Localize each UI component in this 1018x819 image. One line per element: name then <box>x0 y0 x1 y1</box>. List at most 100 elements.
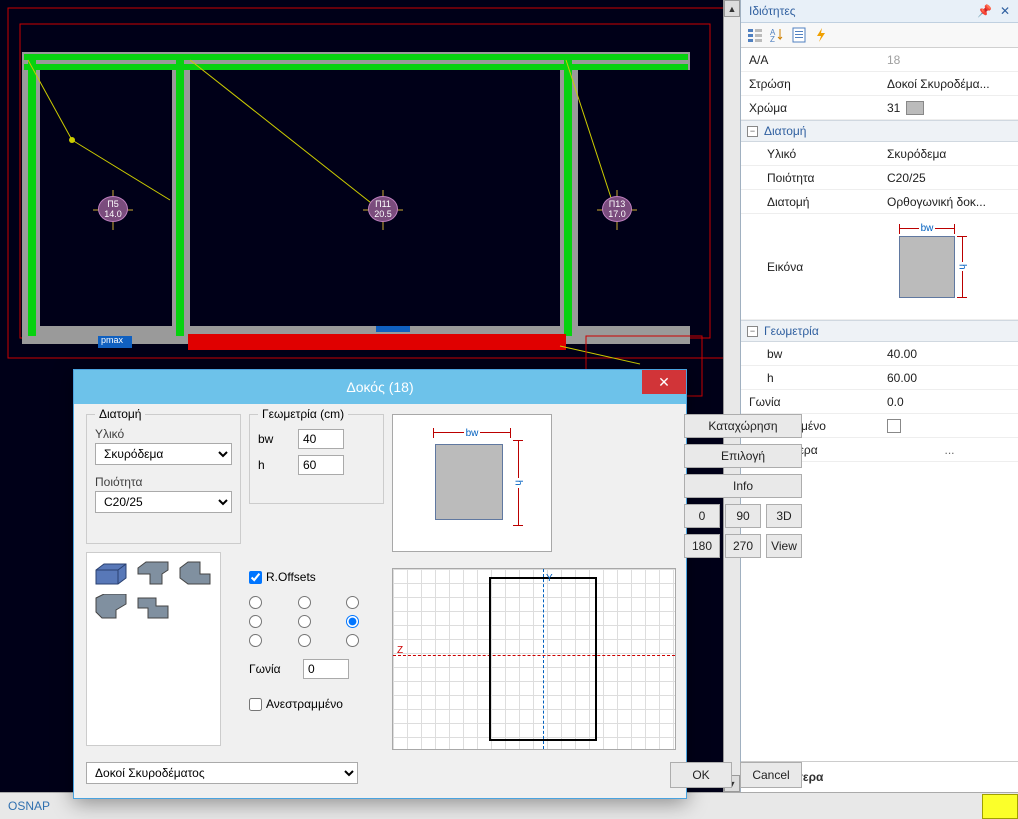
prop-label-quality: Ποιότητα <box>741 168 881 188</box>
h-input[interactable] <box>298 455 344 475</box>
close-icon[interactable]: ✕ <box>1000 4 1010 18</box>
properties-panel: Ιδιότητες 📌 ✕ AZ Α/Α 18 Στρώση Δοκοί Σκυ… <box>740 0 1018 792</box>
prop-label-bw: bw <box>741 344 881 364</box>
categorize-icon[interactable] <box>747 27 763 43</box>
quality-label: Ποιότητα <box>95 475 232 489</box>
offset-radio[interactable] <box>346 596 359 609</box>
type-select[interactable]: Δοκοί Σκυροδέματος <box>86 762 358 784</box>
y-axis-label: Y <box>546 573 553 584</box>
prop-value-color[interactable]: 31 <box>881 98 1018 118</box>
lightning-icon[interactable] <box>813 27 829 43</box>
quality-select[interactable]: C20/25 <box>95 491 232 513</box>
prop-label-material: Υλικό <box>741 144 881 164</box>
prop-value-flip[interactable] <box>881 416 1018 436</box>
offset-radio[interactable] <box>346 634 359 647</box>
canvas-scrollbar[interactable]: ▲ ▼ <box>723 0 740 792</box>
prop-label-h: h <box>741 368 881 388</box>
prop-value-more[interactable]: ... <box>881 440 1018 460</box>
offset-top-radios <box>249 596 359 609</box>
prop-value-h[interactable]: 60.00 <box>881 368 1018 388</box>
properties-grid: Α/Α 18 Στρώση Δοκοί Σκυροδέμα... Χρώμα 3… <box>741 48 1018 462</box>
group-label: Διατομή <box>764 124 806 138</box>
flip-checkbox[interactable] <box>249 698 262 711</box>
color-number: 31 <box>887 101 900 115</box>
close-icon: ✕ <box>658 374 670 391</box>
svg-text:Z: Z <box>770 35 775 43</box>
section-invl-icon[interactable] <box>93 593 129 621</box>
placement-preview: Y Z <box>392 568 676 750</box>
section-t-icon[interactable] <box>135 559 171 587</box>
rotate-90-button[interactable]: 90 <box>725 504 761 528</box>
prop-label-section: Διατομή <box>741 192 881 212</box>
section-z-icon[interactable] <box>135 593 171 621</box>
checkbox-icon[interactable] <box>887 419 901 433</box>
column-tag[interactable]: Π11 20.5 <box>368 196 398 222</box>
geometry-legend: Γεωμετρία (cm) <box>258 407 348 421</box>
column-tag[interactable]: Π13 17.0 <box>602 196 632 222</box>
bw-label: bw <box>258 432 288 446</box>
prop-label-layer: Στρώση <box>741 74 881 94</box>
column-tag[interactable]: Π5 14.0 <box>98 196 128 222</box>
offset-mid-radios <box>249 615 359 628</box>
properties-header: Ιδιότητες 📌 ✕ <box>741 0 1018 23</box>
prop-label-color: Χρώμα <box>741 98 881 118</box>
prop-group-section[interactable]: − Διατομή <box>741 120 1018 142</box>
rotate-180-button[interactable]: 180 <box>684 534 720 558</box>
rotate-270-button[interactable]: 270 <box>725 534 761 558</box>
color-swatch <box>906 101 924 115</box>
roffsets-label: R.Offsets <box>266 570 316 584</box>
prop-value-material[interactable]: Σκυρόδεμα <box>881 144 1018 164</box>
geometry-group: Γεωμετρία (cm) bw h <box>249 414 384 504</box>
z-axis-label: Z <box>397 645 403 656</box>
section-l-icon[interactable] <box>177 559 213 587</box>
filter-icon[interactable] <box>791 27 807 43</box>
collapse-icon[interactable]: − <box>747 326 758 337</box>
offset-radio[interactable] <box>249 596 262 609</box>
scroll-up-icon[interactable]: ▲ <box>724 0 740 17</box>
roffsets-checkbox[interactable] <box>249 571 262 584</box>
view-button[interactable]: View <box>766 534 802 558</box>
angle-label: Γωνία <box>249 662 293 676</box>
h-dim-label: h <box>513 478 524 488</box>
offset-radio[interactable] <box>249 634 262 647</box>
prop-value-bw[interactable]: 40.00 <box>881 344 1018 364</box>
angle-input[interactable] <box>303 659 349 679</box>
h-dim-label: h <box>957 262 968 272</box>
collapse-icon[interactable]: − <box>747 126 758 137</box>
prop-value-section[interactable]: Ορθογωνική δοκ... <box>881 192 1018 212</box>
prop-label-angle: Γωνία <box>741 392 881 412</box>
offset-radio[interactable] <box>249 615 262 628</box>
bw-dim-label: bw <box>464 428 481 439</box>
offset-radio[interactable] <box>298 596 311 609</box>
select-button[interactable]: Επιλογή <box>684 444 802 468</box>
cancel-button[interactable]: Cancel <box>740 762 802 788</box>
prop-value-quality[interactable]: C20/25 <box>881 168 1018 188</box>
properties-title: Ιδιότητες <box>749 4 795 18</box>
rotate-0-button[interactable]: 0 <box>684 504 720 528</box>
view-3d-button[interactable]: 3D <box>766 504 802 528</box>
prop-value-image: bw h <box>881 221 1018 313</box>
dialog-close-button[interactable]: ✕ <box>642 370 686 394</box>
offset-radio[interactable] <box>298 634 311 647</box>
dialog-titlebar[interactable]: Δοκός (18) ✕ <box>74 370 686 404</box>
info-button[interactable]: Info <box>684 474 802 498</box>
offset-radio[interactable] <box>298 615 311 628</box>
bw-input[interactable] <box>298 429 344 449</box>
sort-az-icon[interactable]: AZ <box>769 27 785 43</box>
prop-value-angle[interactable]: 0.0 <box>881 392 1018 412</box>
material-select[interactable]: Σκυρόδεμα <box>95 443 232 465</box>
osnap-toggle[interactable]: OSNAP <box>0 795 58 817</box>
register-button[interactable]: Καταχώρηση <box>684 414 802 438</box>
ok-button[interactable]: OK <box>670 762 732 788</box>
section-rect-icon[interactable] <box>93 559 129 587</box>
offset-bot-radios <box>249 634 359 647</box>
status-indicator <box>982 794 1018 819</box>
pmax-label: pmax <box>101 335 123 345</box>
tag-value: 17.0 <box>608 209 626 219</box>
prop-group-geometry[interactable]: − Γεωμετρία <box>741 320 1018 342</box>
tag-value: 20.5 <box>374 209 392 219</box>
prop-value-layer[interactable]: Δοκοί Σκυροδέμα... <box>881 74 1018 94</box>
pin-icon[interactable]: 📌 <box>977 4 992 18</box>
offset-radio[interactable] <box>346 615 359 628</box>
dialog-title-text: Δοκός (18) <box>346 379 413 395</box>
